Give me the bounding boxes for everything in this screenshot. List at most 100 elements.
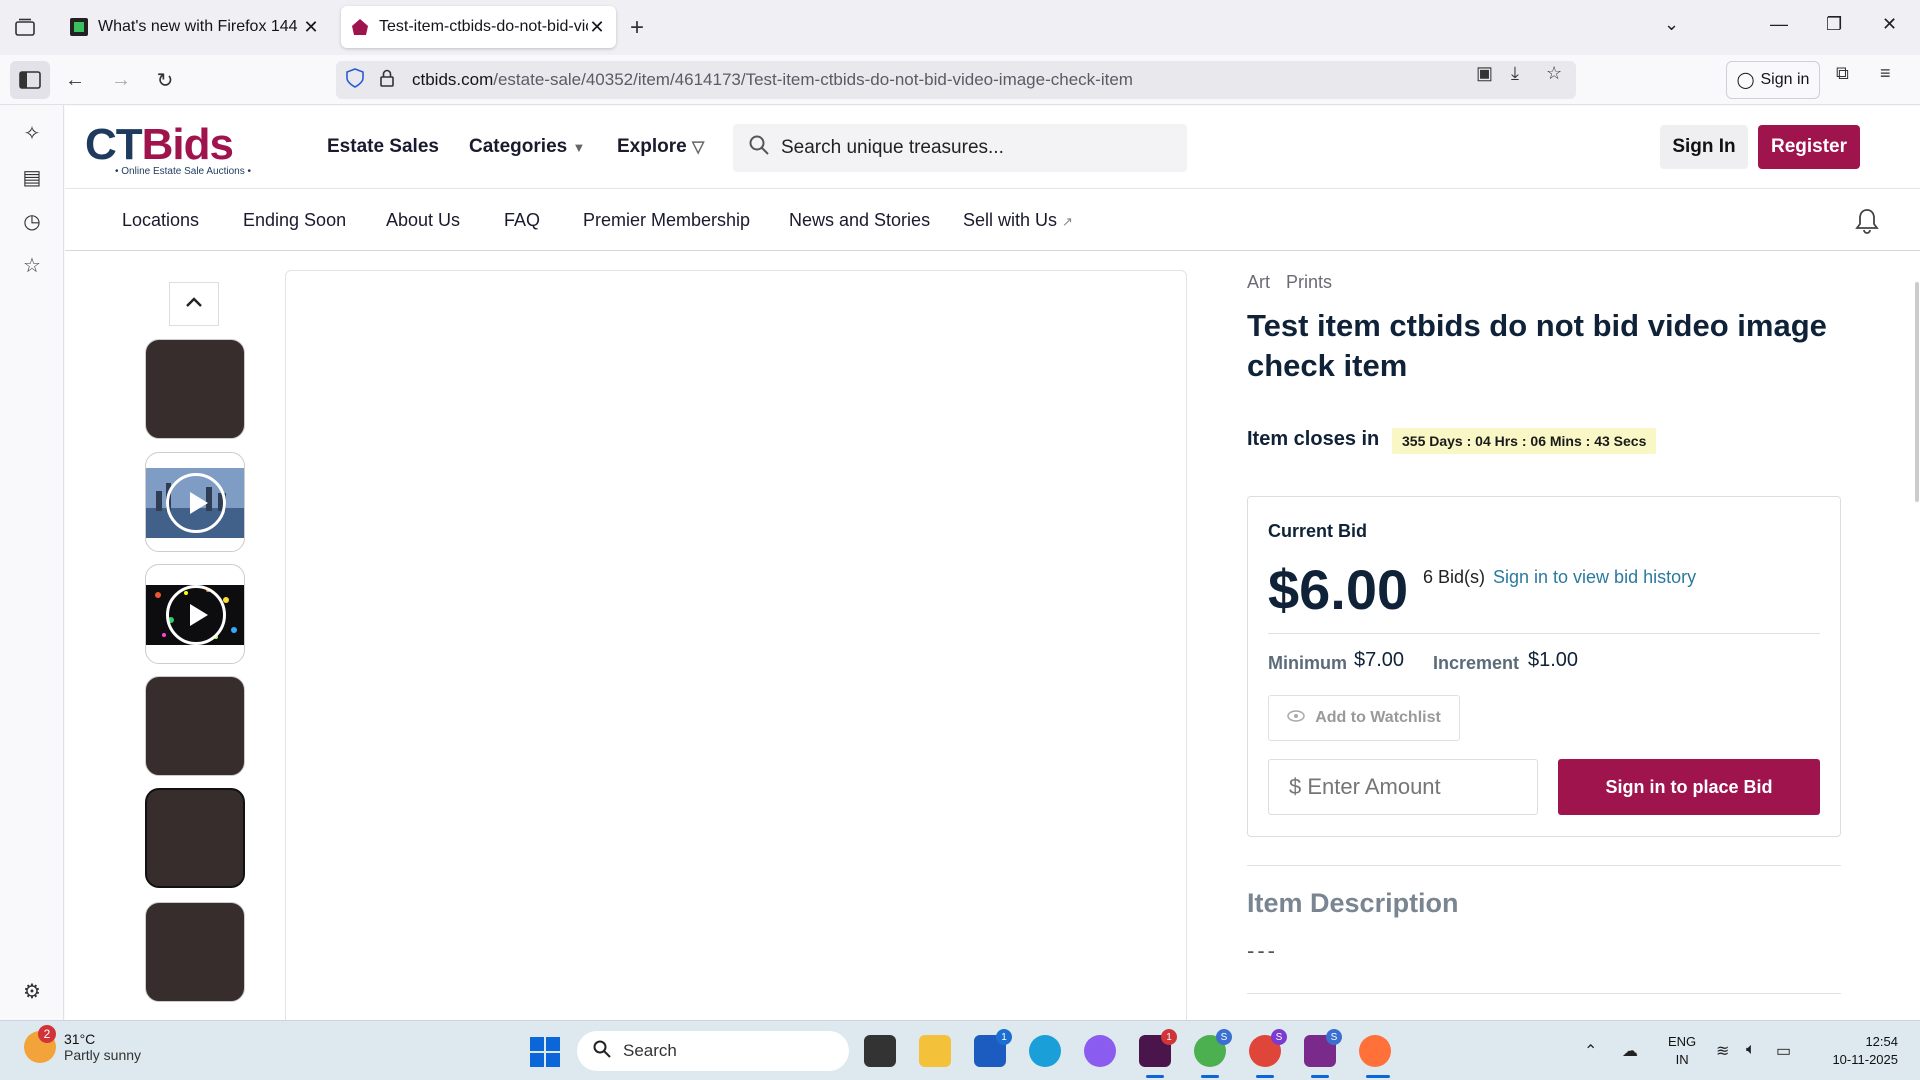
microsoft-store-icon[interactable]: 1 (974, 1029, 1012, 1067)
history-icon[interactable]: ◷ (20, 209, 44, 233)
account-icon: ◯ (1736, 72, 1755, 89)
video-thumbnail-skyline[interactable] (145, 452, 245, 552)
battery-icon[interactable]: ▭ (1776, 1041, 1791, 1061)
breadcrumb-prints[interactable]: Prints (1286, 272, 1332, 292)
system-clock[interactable]: 12:54 10-11-2025 (1818, 1033, 1898, 1069)
edge-browser-icon[interactable] (1029, 1035, 1061, 1067)
site-search-input[interactable]: Search unique treasures... (733, 124, 1187, 172)
copilot-icon[interactable] (1084, 1035, 1116, 1067)
clock-time: 12:54 (1865, 1034, 1898, 1049)
task-view-icon[interactable] (864, 1035, 896, 1067)
page-scrollbar[interactable] (1915, 282, 1919, 502)
windows-start-icon[interactable] (530, 1037, 560, 1067)
clock-date: 10-11-2025 (1832, 1052, 1898, 1067)
volume-icon[interactable]: 🔈︎ (1746, 1041, 1756, 1059)
windows-taskbar: 2 31°C Partly sunny Search 1 1 S S S ⌃ ☁… (0, 1020, 1920, 1080)
wifi-icon[interactable]: ≋ (1716, 1041, 1729, 1061)
divider (1247, 865, 1841, 866)
temperature: 31°C (64, 1031, 96, 1047)
save-to-pocket-icon[interactable]: ⤓ (1511, 63, 1519, 84)
taskbar-search[interactable]: Search (577, 1031, 849, 1071)
synced-tabs-icon[interactable]: ▤ (20, 165, 44, 189)
add-to-watchlist-button[interactable]: Add to Watchlist (1268, 695, 1460, 741)
minimize-icon[interactable]: — (1770, 14, 1788, 35)
window-close-icon[interactable]: ✕ (1882, 14, 1897, 35)
reload-icon[interactable]: ↻ (150, 65, 180, 95)
active-indicator (1146, 1075, 1164, 1078)
tab-ctbids-item[interactable]: Test-item-ctbids-do-not-bid-vic ✕ (341, 6, 616, 48)
tab-list-icon[interactable] (12, 14, 38, 40)
sign-in-button[interactable]: Sign In (1660, 125, 1748, 169)
subnav-sell-with-us[interactable]: Sell with Us ↗ (963, 210, 1073, 231)
nav-explore[interactable]: Explore ▽ (617, 136, 704, 158)
app-icon[interactable]: S (1304, 1029, 1342, 1067)
ai-chatbot-icon[interactable]: ✧ (20, 121, 44, 145)
video-thumbnail-confetti[interactable] (145, 564, 245, 664)
tray-chevron-up-icon[interactable]: ⌃ (1584, 1041, 1597, 1061)
lock-icon[interactable] (380, 69, 400, 92)
close-tab-icon[interactable]: ✕ (588, 17, 606, 38)
picture-in-picture-icon[interactable]: ▣ (1476, 63, 1493, 84)
subnav-about-us[interactable]: About Us (386, 210, 460, 231)
onedrive-cloud-icon[interactable]: ☁ (1622, 1041, 1638, 1061)
image-thumbnail[interactable] (145, 902, 245, 1002)
notification-bell-icon[interactable] (1855, 208, 1879, 234)
item-title: Test item ctbids do not bid video image … (1247, 308, 1827, 383)
back-arrow-icon[interactable]: ← (60, 65, 90, 95)
chrome-profile-icon[interactable]: S (1194, 1029, 1232, 1067)
url-bar[interactable]: ctbids.com/estate-sale/40352/item/461417… (336, 61, 1576, 99)
slack-icon[interactable]: 1 (1139, 1029, 1177, 1067)
file-explorer-icon[interactable] (919, 1035, 951, 1067)
bid-amount-input[interactable] (1268, 759, 1538, 815)
subnav-faq[interactable]: FAQ (504, 210, 540, 231)
subnav-ending-soon[interactable]: Ending Soon (243, 210, 346, 231)
thumbnail-scroll-up-button[interactable] (169, 282, 219, 326)
chrome-profile-icon[interactable]: S (1249, 1029, 1287, 1067)
search-placeholder: Search unique treasures... (781, 137, 1004, 158)
bid-history-link[interactable]: Sign in to view bid history (1493, 567, 1696, 588)
site-header: CTBids • Online Estate Sale Auctions • E… (65, 106, 1920, 189)
url-text[interactable]: ctbids.com/estate-sale/40352/item/461417… (412, 70, 1576, 90)
active-indicator (1366, 1075, 1390, 1078)
watchlist-label: Add to Watchlist (1315, 709, 1441, 726)
browser-sign-in-button[interactable]: ◯ Sign in (1726, 61, 1820, 99)
sign-in-to-place-bid-button[interactable]: Sign in to place Bid (1558, 759, 1820, 815)
subnav-premier-membership[interactable]: Premier Membership (583, 210, 750, 231)
bookmarks-star-icon[interactable]: ☆ (20, 253, 44, 277)
language-indicator[interactable]: ENG IN (1668, 1033, 1696, 1069)
tab-overflow-chevron-icon[interactable]: ⌄ (1664, 14, 1679, 35)
subnav-news-and-stories[interactable]: News and Stories (789, 210, 930, 231)
sidebar-settings-gear-icon[interactable]: ⚙ (20, 979, 44, 1003)
image-thumbnail[interactable] (145, 676, 245, 776)
register-button[interactable]: Register (1758, 125, 1860, 169)
new-tab-icon[interactable]: + (630, 14, 644, 42)
subnav-locations[interactable]: Locations (122, 210, 199, 231)
tab-firefox-whats-new[interactable]: What's new with Firefox 144 ✕ (60, 6, 330, 48)
play-icon (166, 585, 226, 645)
sidebar-toggle-icon[interactable] (10, 61, 50, 99)
app-menu-icon[interactable]: ≡ (1880, 63, 1891, 84)
image-thumbnail[interactable] (145, 339, 245, 439)
close-tab-icon[interactable]: ✕ (302, 17, 320, 38)
tracking-shield-icon[interactable] (346, 67, 370, 93)
forward-arrow-icon[interactable]: → (106, 65, 136, 95)
filter-funnel-icon: ▽ (691, 139, 705, 156)
ctbids-logo[interactable]: CTBids • Online Estate Sale Auctions • (85, 120, 285, 180)
image-thumbnail-selected[interactable] (145, 788, 245, 888)
nav-estate-sales[interactable]: Estate Sales (327, 136, 439, 158)
firefox-icon[interactable] (1359, 1035, 1391, 1067)
nav-explore-label: Explore (617, 136, 687, 157)
restore-icon[interactable]: ❐ (1826, 14, 1842, 35)
taskbar-search-label: Search (623, 1041, 677, 1060)
weather-widget[interactable]: 2 31°C Partly sunny (24, 1025, 142, 1063)
current-bid-label: Current Bid (1268, 521, 1367, 541)
extensions-icon[interactable]: ⧉ (1836, 63, 1849, 84)
bookmark-star-icon[interactable]: ☆ (1546, 63, 1562, 84)
active-indicator (1256, 1075, 1274, 1078)
current-bid-amount: $6.00 (1268, 558, 1409, 621)
nav-categories[interactable]: Categories ▼ (469, 136, 585, 158)
browser-sign-in-label: Sign in (1760, 71, 1810, 88)
breadcrumb-art[interactable]: Art (1247, 272, 1270, 292)
weather-condition: Partly sunny (64, 1047, 142, 1063)
main-media-viewer[interactable] (285, 270, 1187, 1020)
